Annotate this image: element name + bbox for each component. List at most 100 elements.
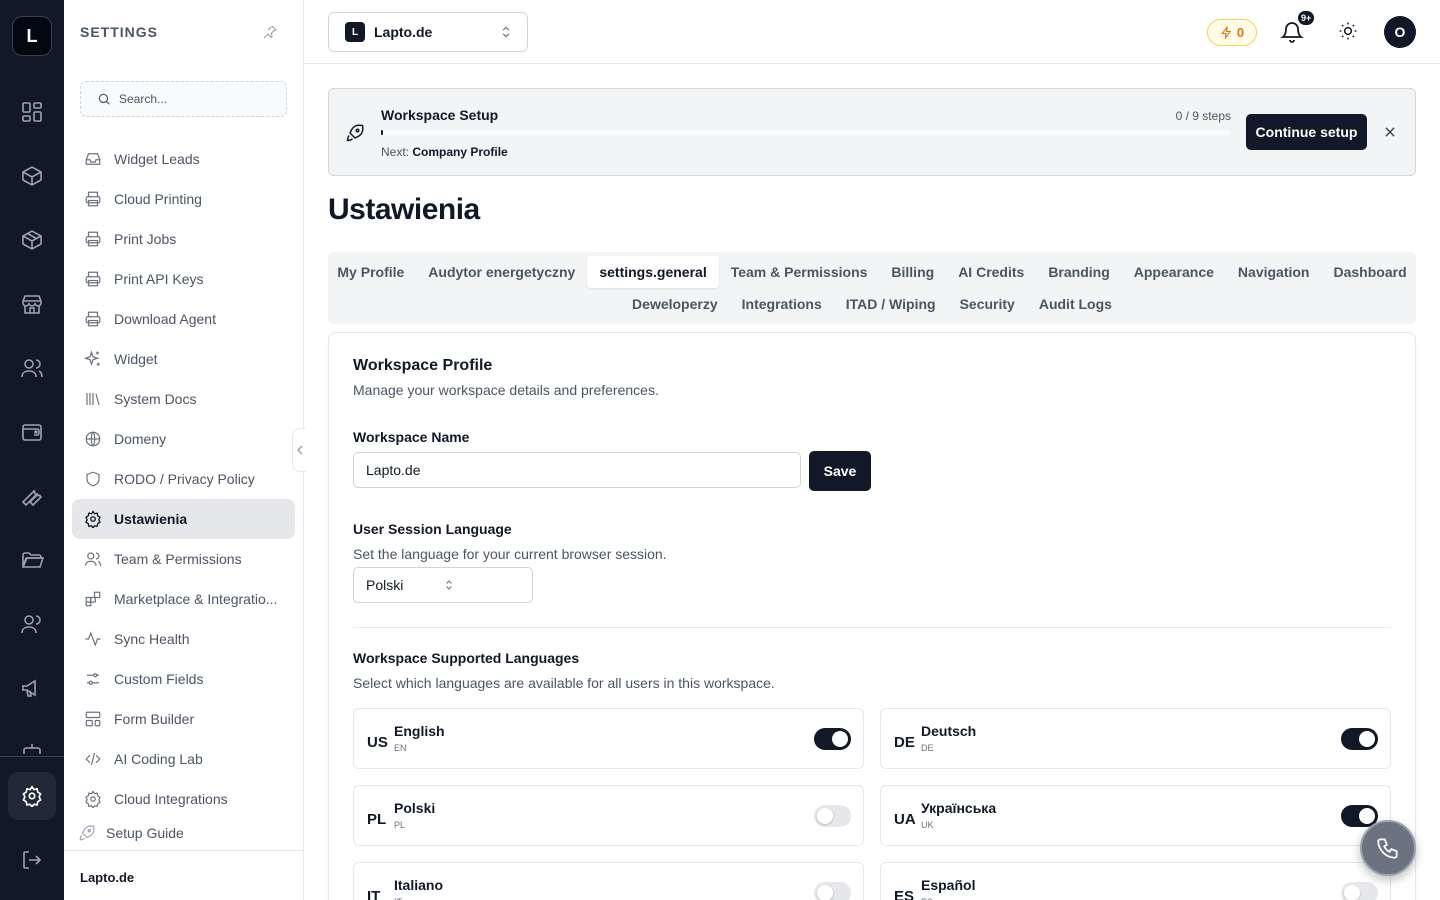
sidebar-item-ustawienia[interactable]: Ustawienia [72, 499, 295, 539]
sidebar-item-print-jobs[interactable]: Print Jobs [72, 219, 295, 259]
language-toggle[interactable] [814, 728, 851, 750]
toggle-knob [1359, 808, 1375, 824]
search-input[interactable] [119, 92, 279, 106]
sidebar-item-system-docs[interactable]: System Docs [72, 379, 295, 419]
language-toggle[interactable] [814, 882, 851, 900]
credits-badge[interactable]: 0 [1207, 19, 1257, 46]
sidebar-item-ai-coding-lab[interactable]: AI Coding Lab [72, 739, 295, 779]
tab-branding[interactable]: Branding [1036, 256, 1121, 288]
sidebar-item-widget-leads[interactable]: Widget Leads [72, 139, 295, 179]
sidebar-item-domeny[interactable]: Domeny [72, 419, 295, 459]
app-logo[interactable]: L [12, 16, 52, 56]
package-icon[interactable] [20, 164, 44, 188]
setup-progress-bar [381, 130, 1231, 135]
setup-progress-fill [381, 130, 383, 135]
sidebar-search[interactable] [80, 81, 287, 117]
toggle-knob [1344, 885, 1360, 900]
box-icon[interactable] [20, 228, 44, 252]
sidebar-item-sync-health[interactable]: Sync Health [72, 619, 295, 659]
language-card: US English EN [353, 708, 864, 769]
sidebar-collapse-handle[interactable] [292, 428, 306, 472]
tab-deweloperzy[interactable]: Deweloperzy [620, 288, 730, 320]
settings-sidebar: SETTINGS Widget Leads Cloud Printing Pri… [64, 0, 304, 900]
chevrons-up-down-icon [443, 579, 520, 591]
store-icon[interactable] [20, 292, 44, 316]
supported-languages-desc: Select which languages are available for… [353, 675, 775, 691]
workspace-name-input[interactable] [353, 452, 801, 488]
sliders-icon [84, 670, 102, 688]
sidebar-item-print-api-keys[interactable]: Print API Keys [72, 259, 295, 299]
wrench-icon[interactable] [20, 484, 44, 508]
settings-icon[interactable] [8, 772, 56, 820]
credits-count: 0 [1236, 25, 1245, 40]
save-button[interactable]: Save [809, 451, 871, 491]
session-language-select[interactable]: Polski [353, 567, 533, 603]
megaphone-icon[interactable] [20, 676, 44, 700]
language-toggle[interactable] [1341, 728, 1378, 750]
tab-audytor-energetyczny[interactable]: Audytor energetyczny [416, 256, 587, 288]
tab-audit-logs[interactable]: Audit Logs [1027, 288, 1124, 320]
sparkles-icon [84, 350, 102, 368]
language-toggle[interactable] [814, 805, 851, 827]
language-flag-code: UA [894, 811, 916, 828]
workspace-switcher[interactable]: L Lapto.de [328, 12, 528, 52]
session-language-label: User Session Language [353, 521, 512, 537]
rocket-icon [345, 123, 365, 143]
printer-icon [84, 190, 102, 208]
tab-itad-wiping[interactable]: ITAD / Wiping [834, 288, 948, 320]
tab-security[interactable]: Security [948, 288, 1027, 320]
setup-guide-link[interactable]: Setup Guide [78, 822, 184, 844]
language-name: Deutsch [921, 723, 977, 739]
pin-icon[interactable] [262, 24, 278, 40]
bot-icon[interactable] [20, 740, 44, 754]
logout-icon[interactable] [20, 848, 44, 872]
sidebar-item-custom-fields[interactable]: Custom Fields [72, 659, 295, 699]
tab-dashboard[interactable]: Dashboard [1322, 256, 1419, 288]
sidebar-item-form-builder[interactable]: Form Builder [72, 699, 295, 739]
tab-navigation[interactable]: Navigation [1226, 256, 1322, 288]
workspace-profile-card: Workspace Profile Manage your workspace … [328, 332, 1416, 900]
top-header: L Lapto.de 0 9+ O [304, 0, 1440, 64]
user-avatar[interactable]: O [1384, 16, 1416, 48]
sidebar-item-rodo[interactable]: RODO / Privacy Policy [72, 459, 295, 499]
tab-my-profile[interactable]: My Profile [325, 256, 416, 288]
sidebar-item-widget[interactable]: Widget [72, 339, 295, 379]
tab-team-permissions[interactable]: Team & Permissions [719, 256, 880, 288]
dashboard-icon[interactable] [20, 100, 44, 124]
page-title: Ustawienia [328, 193, 480, 226]
session-language-value: Polski [366, 577, 404, 593]
continue-setup-button[interactable]: Continue setup [1246, 114, 1367, 150]
language-toggle[interactable] [1341, 882, 1378, 900]
card-title: Workspace Profile [353, 357, 493, 374]
sidebar-item-marketplace[interactable]: Marketplace & Integratio... [72, 579, 295, 619]
app-rail: L [0, 0, 64, 900]
users-icon [84, 550, 102, 568]
sidebar-item-team-permissions[interactable]: Team & Permissions [72, 539, 295, 579]
sidebar-item-cloud-integrations[interactable]: Cloud Integrations [72, 779, 295, 819]
tab-billing[interactable]: Billing [879, 256, 946, 288]
shield-icon [84, 470, 102, 488]
language-name: Polski [394, 800, 436, 816]
sun-icon[interactable] [1338, 21, 1358, 41]
rocket-icon [78, 824, 96, 842]
sidebar-item-cloud-printing[interactable]: Cloud Printing [72, 179, 295, 219]
folder-open-icon[interactable] [20, 548, 44, 572]
tab-appearance[interactable]: Appearance [1122, 256, 1226, 288]
contacts-icon[interactable] [20, 612, 44, 636]
supported-languages-label: Workspace Supported Languages [353, 650, 580, 666]
layout-icon [84, 710, 102, 728]
tab-integrations[interactable]: Integrations [730, 288, 834, 320]
tab-ai-credits[interactable]: AI Credits [946, 256, 1036, 288]
language-name: Español [921, 877, 976, 893]
users-icon[interactable] [20, 356, 44, 380]
wallet-icon[interactable] [20, 420, 44, 444]
tab-row: Deweloperzy Integrations ITAD / Wiping Secu… [336, 288, 1408, 320]
tab-settings-general[interactable]: settings.general [587, 256, 719, 288]
language-flag-code: US [367, 734, 388, 751]
toggle-knob [1359, 731, 1375, 747]
phone-call-button[interactable] [1360, 820, 1416, 876]
inbox-icon [84, 150, 102, 168]
close-icon[interactable] [1383, 125, 1397, 139]
sidebar-item-download-agent[interactable]: Download Agent [72, 299, 295, 339]
language-iso: PL [394, 820, 406, 830]
